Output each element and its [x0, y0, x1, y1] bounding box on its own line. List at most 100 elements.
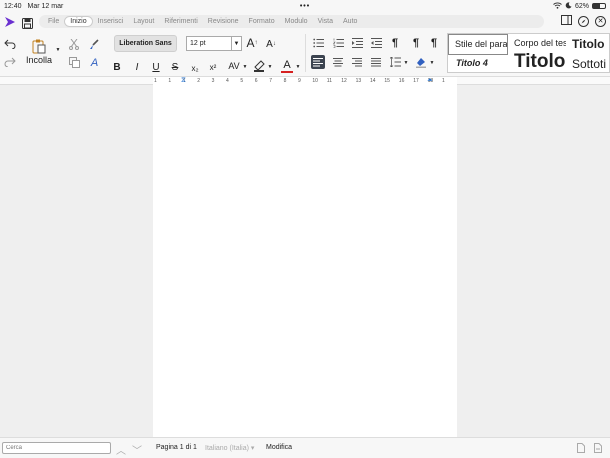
document-page[interactable] — [153, 85, 457, 437]
ruler-number: 1 — [168, 78, 172, 84]
font-color-dropdown-icon[interactable]: ▼ — [295, 63, 301, 71]
toolbar-divider — [305, 34, 306, 72]
left-indent-marker[interactable]: ⧖ — [181, 77, 186, 85]
cut-icon[interactable] — [68, 38, 80, 50]
line-spacing-icon[interactable] — [389, 56, 401, 68]
highlight-dropdown-icon[interactable]: ▼ — [267, 63, 273, 71]
font-color-swatch — [281, 71, 293, 73]
ruler-number: 10 — [312, 78, 318, 84]
style-item-title-large[interactable]: Titolo — [510, 48, 568, 73]
tab-vista[interactable]: Vista — [313, 17, 338, 26]
undo-icon[interactable] — [3, 38, 17, 50]
redo-icon[interactable] — [3, 56, 17, 68]
grow-font-button[interactable]: A ↑ — [245, 36, 259, 50]
tab-layout[interactable]: Layout — [128, 17, 159, 26]
document-stats-icon[interactable] — [577, 443, 585, 455]
copy-icon[interactable] — [68, 56, 80, 68]
justify-icon[interactable] — [370, 56, 382, 68]
tab-riferimenti[interactable]: Riferimenti — [159, 17, 202, 26]
horizontal-ruler[interactable]: 1 1 1 2 3 4 5 6 7 8 9 10 11 12 13 14 15 16 17 18 1 ⧖ ⏶ — [0, 76, 610, 85]
style-item-heading-4[interactable]: Titolo 4 — [448, 55, 508, 73]
font-color-button[interactable]: A — [280, 59, 294, 73]
chevron-up-icon[interactable]: ︿ — [116, 442, 126, 457]
tab-file[interactable]: File — [43, 17, 64, 26]
bottom-bar: ︿ ﹀ Pagina 1 di 1 Italiano (Italia) ▾ Mo… — [0, 437, 610, 458]
tab-auto[interactable]: Auto — [338, 17, 362, 26]
document-info-icon[interactable] — [594, 443, 602, 455]
increase-indent-icon[interactable] — [351, 37, 363, 49]
spacing-dropdown-icon[interactable]: ▼ — [242, 63, 248, 71]
align-right-icon[interactable] — [351, 56, 363, 68]
italic-button[interactable]: I — [131, 61, 143, 73]
clone-formatting-icon[interactable] — [88, 38, 100, 50]
paste-button[interactable]: Incolla — [26, 55, 52, 65]
ruler-number: 17 — [413, 78, 419, 84]
ruler-number: 1 — [442, 78, 445, 84]
shrink-font-label: A — [266, 38, 273, 50]
strikethrough-button[interactable]: S — [169, 61, 181, 73]
tab-inizio[interactable]: Inizio — [64, 15, 93, 27]
paste-dropdown-icon[interactable]: ▼ — [54, 46, 62, 54]
rtl-paragraph-button[interactable]: ¶ — [428, 37, 440, 49]
arrow-down-icon: ↓ — [272, 41, 276, 47]
formatting-marks-button[interactable]: ¶ — [390, 37, 400, 49]
save-icon[interactable] — [22, 16, 33, 29]
ruler-number: 9 — [298, 78, 301, 84]
multitasking-dots[interactable]: ••• — [300, 3, 310, 10]
numbered-list-icon[interactable] — [332, 37, 344, 49]
bulleted-list-icon[interactable] — [312, 37, 324, 49]
ruler-number: 1 — [154, 78, 157, 84]
ruler-number: 13 — [355, 78, 362, 84]
sidebar-toggle-icon[interactable] — [561, 12, 572, 30]
app-logo-icon[interactable] — [4, 15, 16, 27]
right-indent-marker[interactable]: ⏶ — [427, 77, 433, 85]
ltr-paragraph-button[interactable]: ¶ — [410, 37, 422, 49]
clear-formatting-icon[interactable]: A — [88, 56, 101, 69]
underline-button[interactable]: U — [150, 61, 162, 73]
ribbon-toolbar: ▼ Incolla A Liberation Sans 12 pt ▼ A ↑ A… — [0, 30, 610, 76]
shrink-font-button[interactable]: A ↓ — [264, 37, 278, 51]
style-item-title[interactable]: Titolo — [570, 34, 610, 55]
wifi-icon — [553, 2, 562, 11]
ruler-number: 2 — [197, 78, 200, 84]
language-label: Italiano (Italia) — [205, 445, 249, 452]
ruler-number: 12 — [341, 78, 347, 84]
paragraph-fill-icon[interactable] — [414, 56, 428, 68]
tab-modulo[interactable]: Modulo — [280, 17, 313, 26]
subscript-button[interactable]: x₂ — [189, 62, 201, 74]
chevron-down-icon[interactable]: ▼ — [231, 37, 241, 50]
line-spacing-dropdown-icon[interactable]: ▼ — [403, 59, 409, 67]
superscript-button[interactable]: x² — [207, 61, 219, 73]
tab-formato[interactable]: Formato — [244, 17, 280, 26]
search-input[interactable] — [2, 442, 111, 454]
align-center-icon[interactable] — [332, 56, 344, 68]
date: Mar 12 mar — [27, 2, 64, 10]
font-color-label: A — [283, 59, 291, 71]
language-selector[interactable]: Italiano (Italia) ▾ — [205, 444, 254, 452]
menu-tabs: File Inizio Inserisci Layout Riferimenti Revi… — [39, 14, 544, 28]
paragraph-fill-dropdown-icon[interactable]: ▼ — [429, 59, 435, 67]
system-status-bar: 12:40 Mar 12 mar ••• 62% — [0, 0, 610, 12]
clipboard-icon[interactable] — [31, 38, 47, 54]
clock: 12:40 — [4, 2, 22, 10]
align-left-button[interactable] — [311, 55, 325, 69]
ruler-number: 14 — [370, 78, 376, 84]
bold-button[interactable]: B — [111, 61, 123, 73]
battery-percent: 62% — [574, 2, 589, 10]
ruler-number: 5 — [240, 78, 244, 84]
compass-icon[interactable] — [578, 15, 589, 27]
style-item-default-paragraph[interactable]: Stile del para — [448, 34, 508, 55]
tab-revisione[interactable]: Revisione — [203, 17, 244, 26]
font-name-box[interactable]: Liberation Sans — [114, 35, 177, 52]
ruler-number: 8 — [283, 78, 287, 84]
battery-fill — [593, 4, 601, 8]
character-spacing-button[interactable]: AV — [226, 59, 242, 73]
style-item-subtitle[interactable]: Sottoti — [570, 55, 610, 73]
decrease-indent-icon[interactable] — [370, 37, 382, 49]
close-icon[interactable]: ✕ — [595, 15, 606, 27]
chevron-down-icon[interactable]: ﹀ — [132, 442, 142, 457]
font-size-box[interactable]: 12 pt ▼ — [186, 36, 242, 51]
highlight-icon[interactable] — [252, 59, 266, 73]
tab-inserisci[interactable]: Inserisci — [93, 17, 129, 26]
ruler-number: 7 — [269, 78, 272, 84]
